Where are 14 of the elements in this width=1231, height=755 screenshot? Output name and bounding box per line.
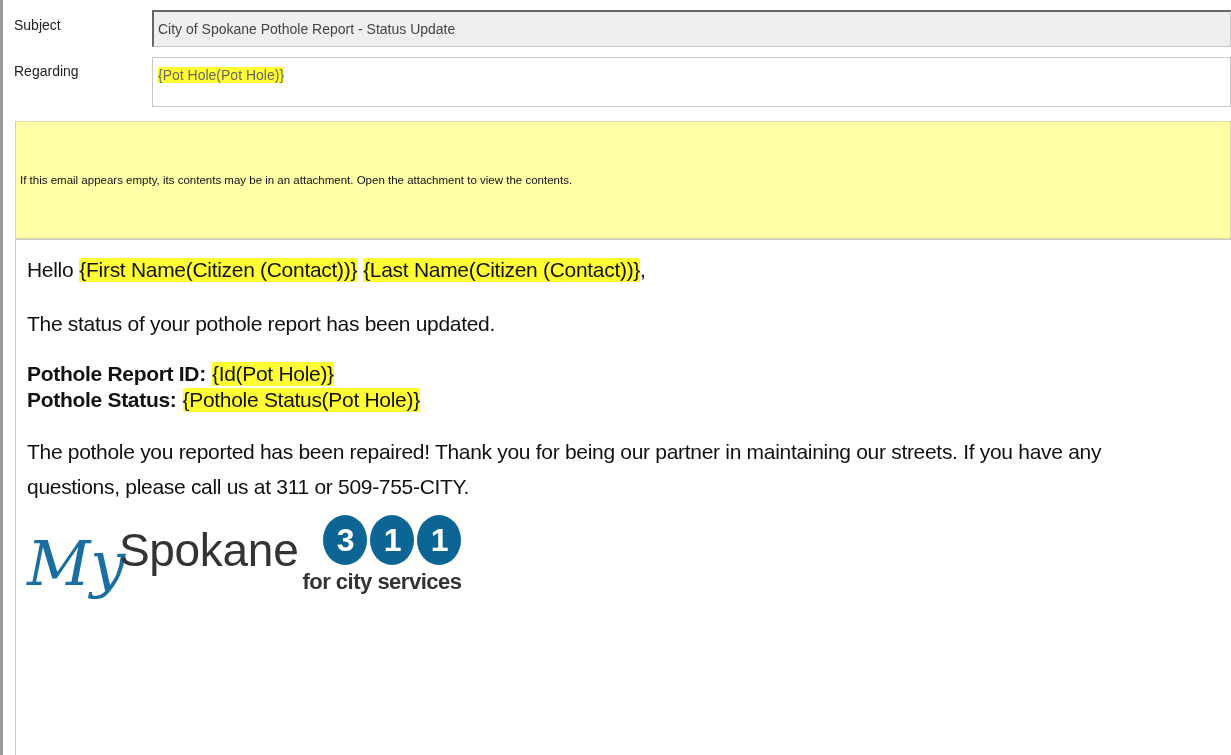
placeholder-field: {Id(Pot Hole)}: [211, 361, 334, 386]
detail-label: Pothole Report ID:: [27, 361, 206, 386]
placeholder-field: {First Name(Citizen (Contact))}: [79, 258, 358, 282]
greeting-text: Hello: [27, 258, 74, 282]
placeholder-field: {Last Name(Citizen (Contact))}: [363, 258, 641, 282]
intro-text: The status of your pothole report has been updated.: [27, 311, 497, 337]
regarding-field[interactable]: {Pot Hole(Pot Hole)}: [152, 57, 1231, 107]
regarding-label: Regarding: [14, 62, 80, 79]
greeting-comma: ,: [640, 258, 646, 282]
subject-field[interactable]: City of Spokane Pothole Report - Status Update: [152, 10, 1231, 47]
message-text: The pothole you reported has been repaired! Thank you for being our partner in maintaining our streets. If you have any questions, please call us at 311 or 509-755-CITY.: [27, 438, 1103, 501]
detail-label: Pothole Status:: [27, 387, 177, 412]
attachment-notice: If this email appears empty, its contents may be in an attachment. Open the attachment to view the contents.: [15, 121, 1231, 239]
subject-label: Subject: [14, 16, 62, 33]
